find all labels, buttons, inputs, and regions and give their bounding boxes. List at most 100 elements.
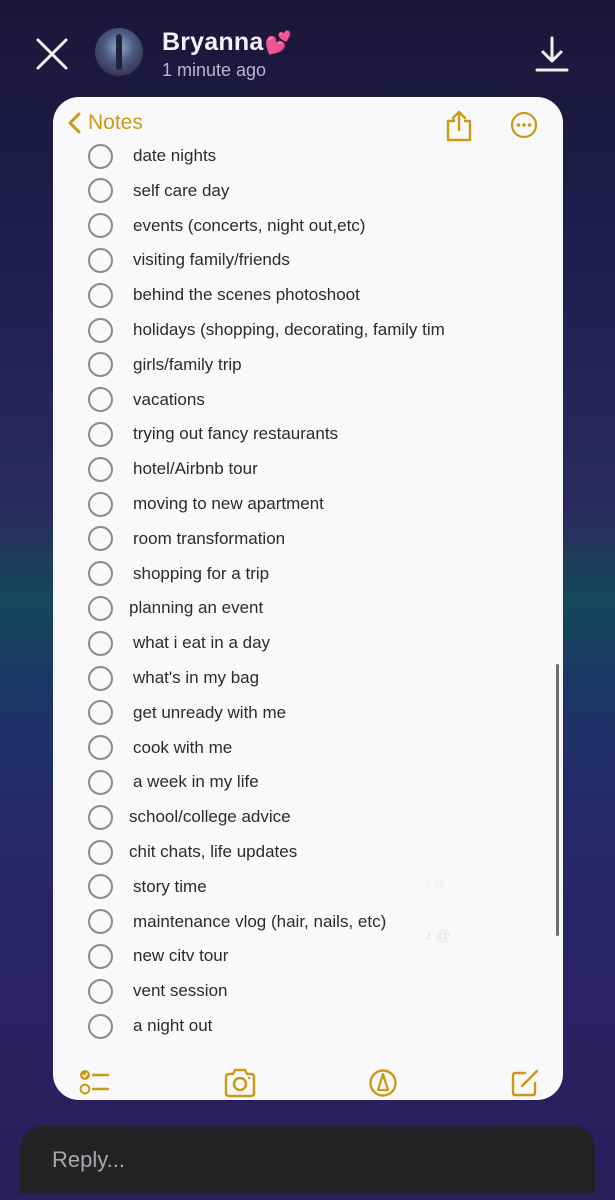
checkbox-circle[interactable]	[88, 769, 113, 795]
checklist-item: cook with me	[53, 731, 563, 765]
back-button[interactable]: Notes	[67, 111, 143, 135]
reply-input[interactable]	[52, 1144, 552, 1176]
checklist-item: get unready with me	[53, 696, 563, 730]
checklist-item-text[interactable]: holidays (shopping, decorating, family t…	[133, 320, 445, 340]
checklist-item-text[interactable]: a week in my life	[133, 772, 259, 792]
checklist-item: behind the scenes photoshoot	[53, 278, 563, 312]
share-icon	[446, 110, 472, 142]
checkbox-circle[interactable]	[88, 1013, 113, 1039]
checkbox-circle[interactable]	[88, 421, 113, 447]
checklist-item: what i eat in a day	[53, 626, 563, 660]
checklist-item: moving to new apartment	[53, 487, 563, 521]
checklist-item: a week in my life	[53, 765, 563, 799]
checkbox-circle[interactable]	[88, 387, 113, 413]
checkbox-circle[interactable]	[88, 665, 113, 691]
checklist-item: what's in my bag	[53, 661, 563, 695]
checkbox-circle[interactable]	[88, 735, 113, 761]
checklist-item-text[interactable]: get unready with me	[133, 703, 286, 723]
checklist-item-text[interactable]: hotel/Airbnb tour	[133, 459, 258, 479]
checkbox-circle[interactable]	[88, 561, 113, 587]
download-button[interactable]	[532, 34, 572, 74]
checklist-item-text[interactable]: vent session	[133, 981, 228, 1001]
checkbox-circle[interactable]	[88, 213, 113, 239]
checkbox-circle[interactable]	[88, 943, 113, 969]
checkbox-circle[interactable]	[88, 491, 113, 517]
checklist-item-text[interactable]: new citv tour	[133, 946, 228, 966]
user-name[interactable]: Bryanna💕	[162, 28, 292, 57]
checklist-item: new citv tour	[53, 939, 563, 973]
markup-button[interactable]	[368, 1068, 400, 1098]
close-button[interactable]	[34, 36, 70, 72]
checklist-item-text[interactable]: shopping for a trip	[133, 564, 269, 584]
compose-button[interactable]	[510, 1068, 542, 1098]
checkbox-circle[interactable]	[88, 804, 113, 830]
ellipsis-circle-icon	[510, 111, 538, 139]
checkbox-circle[interactable]	[88, 456, 113, 482]
checkbox-circle[interactable]	[88, 526, 113, 552]
checklist-item-text[interactable]: maintenance vlog (hair, nails, etc)	[133, 912, 386, 932]
hearts-emoji: 💕	[264, 30, 293, 55]
checklist-item: vacations	[53, 383, 563, 417]
checklist-item: planning an event	[53, 591, 563, 625]
checklist-item-text[interactable]: what i eat in a day	[133, 633, 270, 653]
checklist-item: holidays (shopping, decorating, family t…	[53, 313, 563, 347]
download-icon	[535, 36, 569, 72]
avatar[interactable]	[95, 28, 143, 76]
checklist-item-text[interactable]: date nights	[133, 146, 216, 166]
checklist-item-text[interactable]: self care day	[133, 181, 229, 201]
checkbox-circle[interactable]	[88, 700, 113, 726]
reply-bar	[20, 1126, 595, 1194]
checklist-item: visiting family/friends	[53, 243, 563, 277]
checkbox-circle[interactable]	[88, 630, 113, 656]
checklist-item: date nights	[53, 139, 563, 173]
checklist-item: school/college advice	[53, 800, 563, 834]
checklist-item-text[interactable]: behind the scenes photoshoot	[133, 285, 360, 305]
checklist-item-text[interactable]: moving to new apartment	[133, 494, 324, 514]
checklist-item: girls/family trip	[53, 348, 563, 382]
markup-pen-icon	[369, 1069, 397, 1097]
checkbox-circle[interactable]	[88, 874, 113, 900]
checklist-item-text[interactable]: events (concerts, night out,etc)	[133, 216, 365, 236]
more-options-button[interactable]	[510, 111, 538, 139]
share-button[interactable]	[445, 109, 473, 143]
checklist-button[interactable]	[79, 1068, 111, 1098]
checkbox-circle[interactable]	[88, 595, 113, 621]
checklist-item-text[interactable]: visiting family/friends	[133, 250, 290, 270]
notes-screenshot: Notes date nights self care day events (co…	[53, 97, 563, 1100]
checkbox-circle[interactable]	[88, 317, 113, 343]
checklist-item-text[interactable]: what's in my bag	[133, 668, 259, 688]
checkbox-circle[interactable]	[88, 143, 113, 169]
close-icon	[36, 38, 68, 70]
story-timestamp: 1 minute ago	[162, 60, 267, 80]
checklist-item: a night out	[53, 1009, 563, 1043]
camera-icon	[224, 1068, 256, 1098]
watermark-faint: ♪ @	[425, 877, 445, 889]
checkbox-circle[interactable]	[88, 352, 113, 378]
checkbox-circle[interactable]	[88, 839, 113, 865]
checklist-item-text[interactable]: story time	[133, 877, 207, 897]
checkbox-circle[interactable]	[88, 909, 113, 935]
checklist-item-text[interactable]: girls/family trip	[133, 355, 242, 375]
checklist-item-text[interactable]: school/college advice	[129, 807, 291, 827]
checkbox-circle[interactable]	[88, 978, 113, 1004]
back-label: Notes	[88, 111, 143, 134]
checklist-item-text[interactable]: planning an event	[129, 598, 263, 618]
checkbox-circle[interactable]	[88, 247, 113, 273]
camera-button[interactable]	[223, 1068, 256, 1098]
story-header: Bryanna💕 1 minute ago	[0, 0, 615, 96]
notes-toolbar	[53, 1050, 563, 1100]
checklist-item-text[interactable]: room transformation	[133, 529, 285, 549]
checklist-item: maintenance vlog (hair, nails, etc)	[53, 905, 563, 939]
checklist-item-text[interactable]: cook with me	[133, 738, 232, 758]
checklist-item: story time	[53, 870, 563, 904]
checklist-item-text[interactable]: a night out	[133, 1016, 212, 1036]
checklist-item: trying out fancy restaurants	[53, 417, 563, 451]
checkbox-circle[interactable]	[88, 178, 113, 204]
checklist-icon	[79, 1070, 110, 1095]
checklist-item: chit chats, life updates	[53, 835, 563, 869]
checklist-item-text[interactable]: chit chats, life updates	[129, 842, 297, 862]
checklist-item-text[interactable]: trying out fancy restaurants	[133, 424, 338, 444]
checklist-item-text[interactable]: vacations	[133, 390, 205, 410]
scrollbar[interactable]	[556, 664, 559, 936]
checkbox-circle[interactable]	[88, 282, 113, 308]
